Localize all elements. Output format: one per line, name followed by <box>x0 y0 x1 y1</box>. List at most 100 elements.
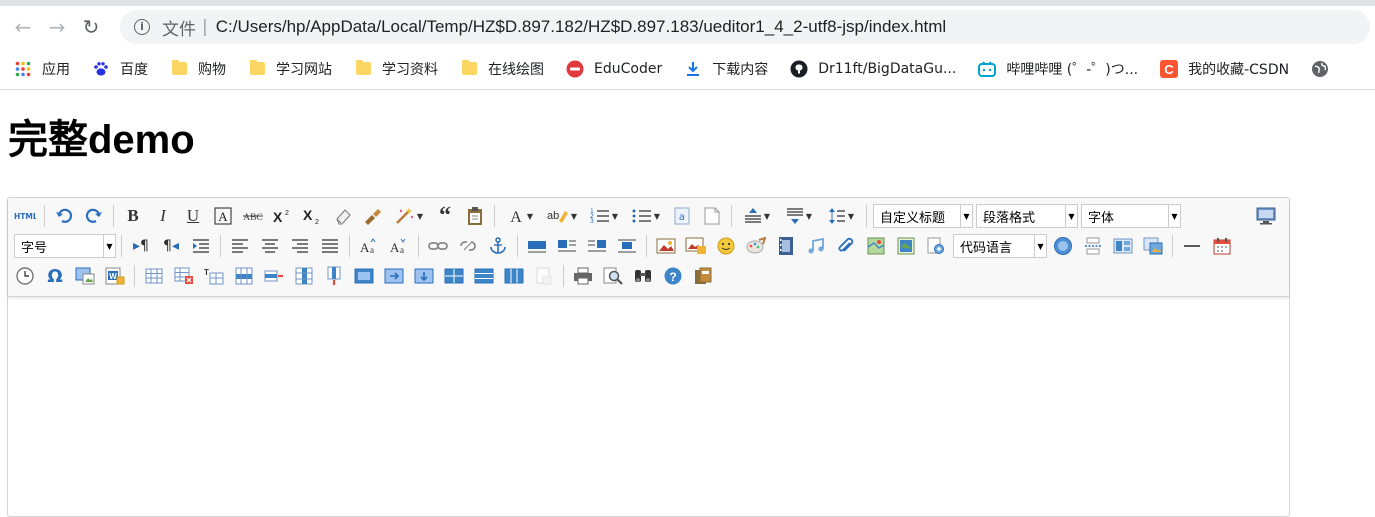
split-to-cols-icon[interactable] <box>501 264 527 288</box>
strikethrough-icon[interactable]: ABC <box>240 204 266 228</box>
image-none-icon[interactable] <box>524 234 550 258</box>
time-icon[interactable] <box>12 264 38 288</box>
print-icon[interactable] <box>570 264 596 288</box>
forecolor-icon[interactable]: A ▼ <box>501 204 539 228</box>
word-import-icon[interactable]: W <box>102 264 128 288</box>
autotypeset-icon[interactable]: ▼ <box>390 204 428 228</box>
simple-upload-icon[interactable] <box>653 234 679 258</box>
chevron-down-icon[interactable]: ▼ <box>103 235 115 257</box>
insert-frame-icon[interactable] <box>923 234 949 258</box>
horizontal-rule-icon[interactable] <box>1179 234 1205 258</box>
eraser-icon[interactable] <box>330 204 356 228</box>
address-bar[interactable]: i 文件 | C:/Users/hp/AppData/Local/Temp/HZ… <box>120 10 1370 44</box>
date-icon[interactable] <box>1209 234 1235 258</box>
bookmark-downloads[interactable]: 下载内容 <box>684 59 768 79</box>
bookmark-folder-online-drawing[interactable]: 在线绘图 <box>460 59 544 79</box>
insert-col-icon[interactable] <box>291 264 317 288</box>
preview-icon[interactable] <box>600 264 626 288</box>
merge-right-icon[interactable] <box>381 264 407 288</box>
italic-icon[interactable]: I <box>150 204 176 228</box>
split-to-rows-icon[interactable] <box>471 264 497 288</box>
insert-paragraph-before-table-icon[interactable]: T <box>201 264 227 288</box>
unlink-icon[interactable] <box>455 234 481 258</box>
forward-arrow-icon[interactable]: → <box>40 10 74 44</box>
bookmark-github[interactable]: Dr11ft/BigDataGu... <box>790 60 956 78</box>
url-text[interactable]: C:/Users/hp/AppData/Local/Temp/HZ$D.897.… <box>216 17 946 37</box>
bookmark-folder-study-sites[interactable]: 学习网站 <box>248 59 332 79</box>
bookmark-folder-shopping[interactable]: 购物 <box>170 59 226 79</box>
undo-icon[interactable] <box>51 204 77 228</box>
link-icon[interactable] <box>425 234 451 258</box>
drafts-icon[interactable] <box>690 264 716 288</box>
gmap-icon[interactable] <box>893 234 919 258</box>
html-source-icon[interactable]: HTML <box>12 204 38 228</box>
template-icon[interactable] <box>1110 234 1136 258</box>
ltr-direction-icon[interactable]: ▸ ¶ <box>128 234 154 258</box>
blockquote-icon[interactable]: “ <box>432 204 458 228</box>
insert-row-icon[interactable] <box>231 264 257 288</box>
touppercase-icon[interactable]: Aa <box>356 234 382 258</box>
paste-plain-icon[interactable] <box>462 204 488 228</box>
indent-icon[interactable] <box>188 234 214 258</box>
rowspacing-bottom-icon[interactable]: ▼ <box>780 204 818 228</box>
delete-row-icon[interactable] <box>261 264 287 288</box>
redo-icon[interactable] <box>81 204 107 228</box>
anchor-icon[interactable] <box>485 234 511 258</box>
info-icon[interactable]: i <box>134 19 150 35</box>
font-border-icon[interactable]: A <box>210 204 236 228</box>
insert-table-icon[interactable] <box>141 264 167 288</box>
backcolor-icon[interactable]: ab ▼ <box>543 204 581 228</box>
font-family-select[interactable]: 字体 ▼ <box>1081 204 1181 228</box>
bookmark-educoder[interactable]: EduCoder <box>566 60 662 78</box>
chevron-down-icon[interactable]: ▼ <box>1168 205 1180 227</box>
help-icon[interactable]: ? <box>660 264 686 288</box>
map-icon[interactable] <box>863 234 889 258</box>
subscript-icon[interactable]: X2 <box>300 204 326 228</box>
select-all-icon[interactable]: a <box>669 204 695 228</box>
emotion-icon[interactable] <box>713 234 739 258</box>
custom-title-select[interactable]: 自定义标题 ▼ <box>873 204 973 228</box>
align-center-icon[interactable] <box>257 234 283 258</box>
delete-col-icon[interactable] <box>321 264 347 288</box>
format-painter-icon[interactable] <box>360 204 386 228</box>
bookmark-baidu[interactable]: 百度 <box>92 59 148 79</box>
ordered-list-icon[interactable]: 1 2 3 ▼ <box>585 204 623 228</box>
special-chars-icon[interactable]: Ω <box>42 264 68 288</box>
rowspacing-top-icon[interactable]: ▼ <box>738 204 776 228</box>
font-size-select[interactable]: 字号 ▼ <box>14 234 116 258</box>
bookmark-bilibili[interactable]: 哔哩哔哩 (゜-゜)つ... <box>978 59 1138 79</box>
unordered-list-icon[interactable]: ▼ <box>627 204 665 228</box>
merge-cells-icon[interactable] <box>351 264 377 288</box>
scrawl-icon[interactable] <box>743 234 769 258</box>
bold-icon[interactable]: B <box>120 204 146 228</box>
attachment-icon[interactable] <box>833 234 859 258</box>
back-arrow-icon[interactable]: ← <box>6 10 40 44</box>
music-icon[interactable] <box>803 234 829 258</box>
webapp-icon[interactable] <box>1050 234 1076 258</box>
reload-icon[interactable]: ↻ <box>74 10 108 44</box>
chevron-down-icon[interactable]: ▼ <box>1065 205 1077 227</box>
align-left-icon[interactable] <box>227 234 253 258</box>
paragraph-format-select[interactable]: 段落格式 ▼ <box>976 204 1078 228</box>
merge-down-icon[interactable] <box>411 264 437 288</box>
word-image-icon[interactable] <box>72 264 98 288</box>
bookmark-folder-study-materials[interactable]: 学习资料 <box>354 59 438 79</box>
code-language-select[interactable]: 代码语言 ▼ <box>953 234 1047 258</box>
tolowercase-icon[interactable]: Aa <box>386 234 412 258</box>
chevron-down-icon[interactable]: ▼ <box>960 205 972 227</box>
search-replace-icon[interactable] <box>630 264 656 288</box>
pagebreak-icon[interactable] <box>1080 234 1106 258</box>
lineheight-icon[interactable]: ▼ <box>822 204 860 228</box>
charts-icon[interactable] <box>531 264 557 288</box>
delete-table-icon[interactable] <box>171 264 197 288</box>
bookmark-apps[interactable]: 应用 <box>14 59 70 79</box>
editor-content-area[interactable] <box>8 297 1289 497</box>
fullscreen-icon[interactable] <box>1253 204 1279 228</box>
underline-icon[interactable]: U <box>180 204 206 228</box>
insert-video-icon[interactable] <box>773 234 799 258</box>
bookmark-csdn[interactable]: C 我的收藏-CSDN <box>1160 59 1289 79</box>
align-justify-icon[interactable] <box>317 234 343 258</box>
image-left-icon[interactable] <box>554 234 580 258</box>
bookmark-globe[interactable] <box>1311 60 1339 78</box>
superscript-icon[interactable]: X2 <box>270 204 296 228</box>
